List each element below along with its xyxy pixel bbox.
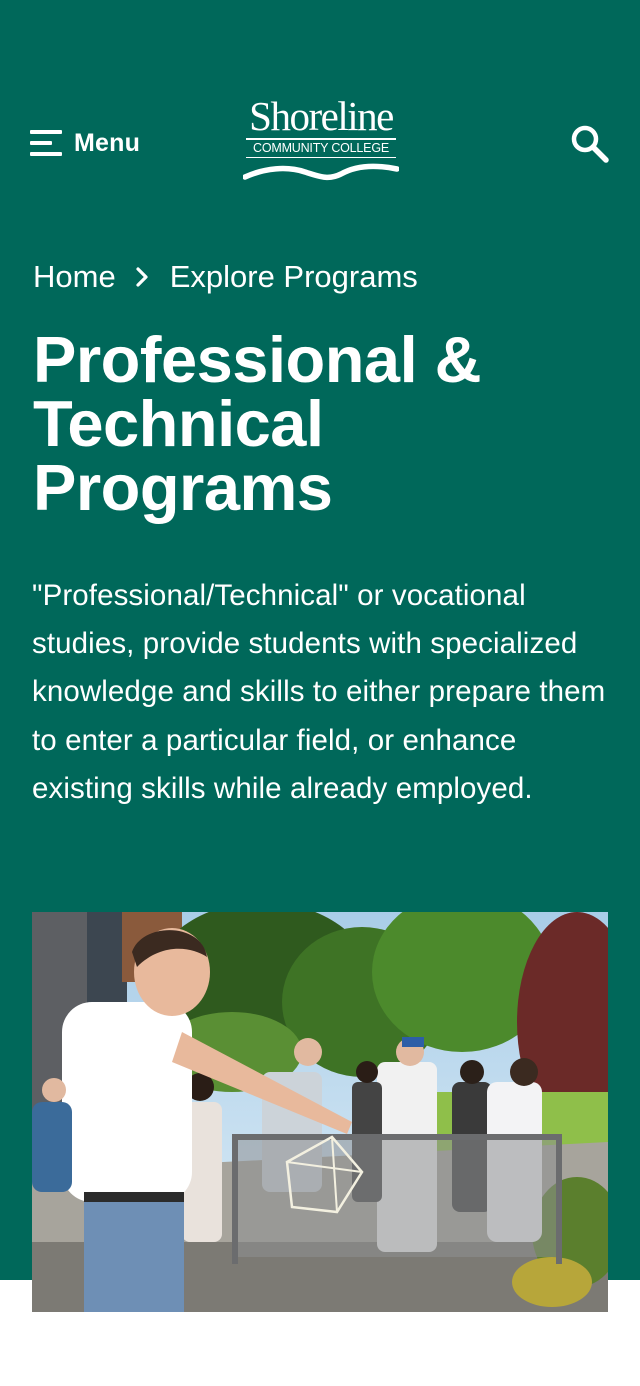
search-button[interactable] [570, 124, 610, 164]
hamburger-icon [30, 130, 62, 156]
logo-wordmark: Shoreline [249, 93, 394, 139]
logo-rule [246, 156, 396, 158]
menu-button[interactable]: Menu [30, 124, 140, 162]
menu-label: Menu [74, 128, 141, 157]
college-logo[interactable]: Shoreline COMMUNITY COLLEGE [242, 96, 400, 192]
breadcrumb: Home Explore Programs [33, 256, 418, 298]
wave-icon [243, 163, 399, 181]
chevron-right-icon [134, 256, 150, 298]
search-icon [571, 125, 609, 163]
logo-subline: COMMUNITY COLLEGE [253, 140, 389, 155]
program-photo [32, 912, 608, 1312]
page-title: Professional & Technical Programs [33, 323, 482, 524]
intro-paragraph: "Professional/Technical" or vocational s… [32, 579, 606, 805]
breadcrumb-explore-programs-link[interactable]: Explore Programs [170, 256, 418, 298]
breadcrumb-home-link[interactable]: Home [33, 256, 116, 298]
